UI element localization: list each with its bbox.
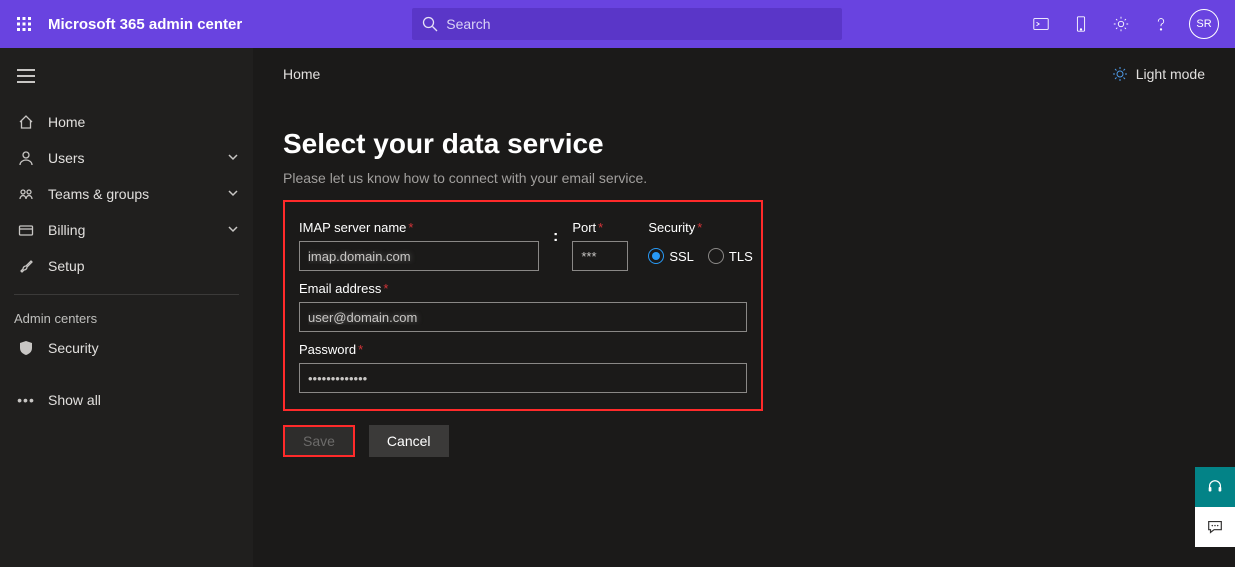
chevron-down-icon [227, 186, 239, 202]
setup-icon [14, 258, 38, 274]
app-launcher-icon[interactable] [8, 8, 40, 40]
shield-icon [14, 340, 38, 356]
shell-icon[interactable] [1021, 0, 1061, 48]
sidebar-item-show-all[interactable]: ••• Show all [0, 382, 253, 418]
sidebar-item-label: Setup [48, 258, 85, 274]
email-input[interactable] [299, 302, 747, 332]
feedback-chat-icon[interactable] [1195, 507, 1235, 547]
email-label: Email address* [299, 281, 747, 296]
breadcrumb[interactable]: Home [283, 66, 1205, 82]
radio-ssl[interactable]: SSL [648, 248, 694, 264]
chevron-down-icon [227, 150, 239, 166]
sidebar-item-security[interactable]: Security [0, 330, 253, 366]
billing-icon [14, 222, 38, 238]
sidebar-item-label: Billing [48, 222, 85, 238]
sidebar-item-users[interactable]: Users [0, 140, 253, 176]
user-icon [14, 150, 38, 166]
divider [14, 294, 239, 295]
search-icon [422, 16, 438, 32]
page-title: Select your data service [283, 128, 1205, 160]
page-subtitle: Please let us know how to connect with y… [283, 170, 1205, 186]
chevron-down-icon [227, 222, 239, 238]
password-input[interactable] [299, 363, 747, 393]
save-button[interactable]: Save [283, 425, 355, 457]
teams-icon [14, 186, 38, 202]
user-avatar[interactable]: SR [1189, 9, 1219, 39]
sidebar-item-home[interactable]: Home [0, 104, 253, 140]
brand-title: Microsoft 365 admin center [48, 16, 242, 33]
floating-actions [1195, 467, 1235, 547]
home-icon [14, 114, 38, 130]
colon-separator: : [553, 228, 558, 246]
password-label: Password* [299, 342, 747, 357]
ellipsis-icon: ••• [14, 392, 38, 408]
imap-input[interactable] [299, 241, 539, 271]
port-input[interactable] [572, 241, 628, 271]
imap-label: IMAP server name* [299, 220, 539, 235]
settings-icon[interactable] [1101, 0, 1141, 48]
sidebar-item-label: Show all [48, 392, 101, 408]
main-content: Home Light mode Select your data service… [253, 48, 1235, 567]
sidebar-item-billing[interactable]: Billing [0, 212, 253, 248]
form-highlight-box: IMAP server name* : Port* Security* SSL [283, 200, 763, 411]
search-box[interactable] [412, 8, 842, 40]
top-bar: Microsoft 365 admin center SR [0, 0, 1235, 48]
menu-toggle-icon[interactable] [6, 58, 46, 94]
sidebar: Home Users Teams & groups Billing Setup … [0, 48, 253, 567]
light-mode-label: Light mode [1136, 66, 1205, 82]
radio-tls[interactable]: TLS [708, 248, 753, 264]
security-label: Security* [648, 220, 752, 235]
sidebar-item-label: Users [48, 150, 85, 166]
cancel-button[interactable]: Cancel [369, 425, 449, 457]
port-label: Port* [572, 220, 628, 235]
sidebar-item-label: Teams & groups [48, 186, 149, 202]
sun-icon [1112, 66, 1128, 82]
sidebar-item-teams[interactable]: Teams & groups [0, 176, 253, 212]
support-headset-icon[interactable] [1195, 467, 1235, 507]
light-mode-toggle[interactable]: Light mode [1112, 66, 1205, 82]
sidebar-section-header: Admin centers [0, 305, 253, 330]
sidebar-item-label: Security [48, 340, 99, 356]
sidebar-item-setup[interactable]: Setup [0, 248, 253, 284]
help-icon[interactable] [1141, 0, 1181, 48]
mobile-icon[interactable] [1061, 0, 1101, 48]
sidebar-item-label: Home [48, 114, 85, 130]
search-input[interactable] [446, 16, 832, 32]
